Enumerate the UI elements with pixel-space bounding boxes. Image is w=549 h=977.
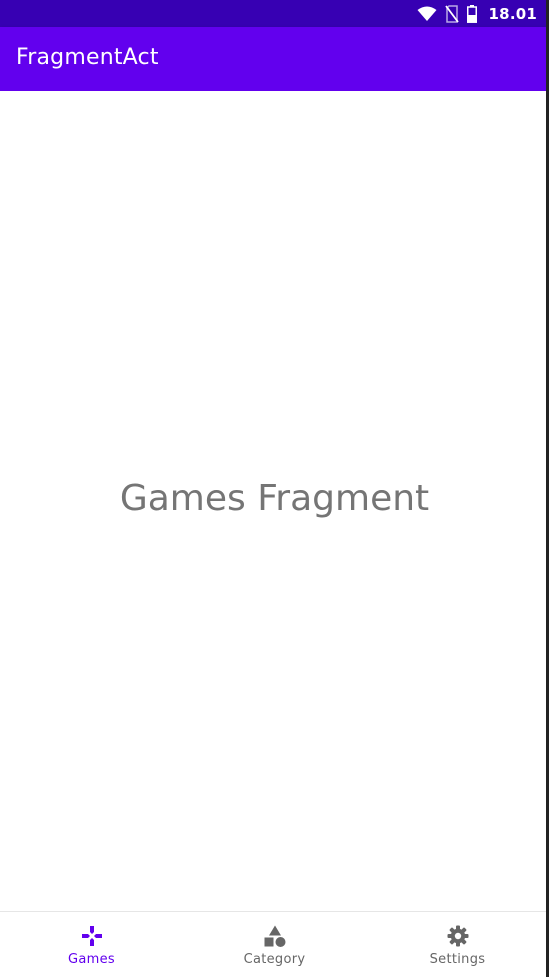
- nav-item-settings[interactable]: Settings: [366, 912, 549, 977]
- status-bar: 18.01: [0, 0, 549, 27]
- no-sim-icon: [444, 4, 459, 23]
- status-icons: 18.01: [417, 0, 537, 27]
- app-title: FragmentAct: [16, 45, 159, 70]
- bottom-navigation: Games Category Settings: [0, 911, 549, 977]
- fragment-label: Games Fragment: [119, 478, 430, 519]
- nav-item-category[interactable]: Category: [183, 912, 366, 977]
- gear-icon: [446, 924, 470, 948]
- gamepad-icon: [80, 924, 104, 948]
- fragment-container: Games Fragment: [0, 91, 549, 911]
- nav-label-games: Games: [68, 952, 115, 967]
- status-time: 18.01: [488, 4, 537, 23]
- category-icon: [263, 924, 287, 948]
- app-bar: FragmentAct: [0, 27, 549, 91]
- wifi-icon: [417, 6, 437, 22]
- nav-item-games[interactable]: Games: [0, 912, 183, 977]
- battery-icon: [466, 4, 477, 23]
- nav-label-settings: Settings: [429, 952, 486, 967]
- nav-label-category: Category: [243, 952, 306, 967]
